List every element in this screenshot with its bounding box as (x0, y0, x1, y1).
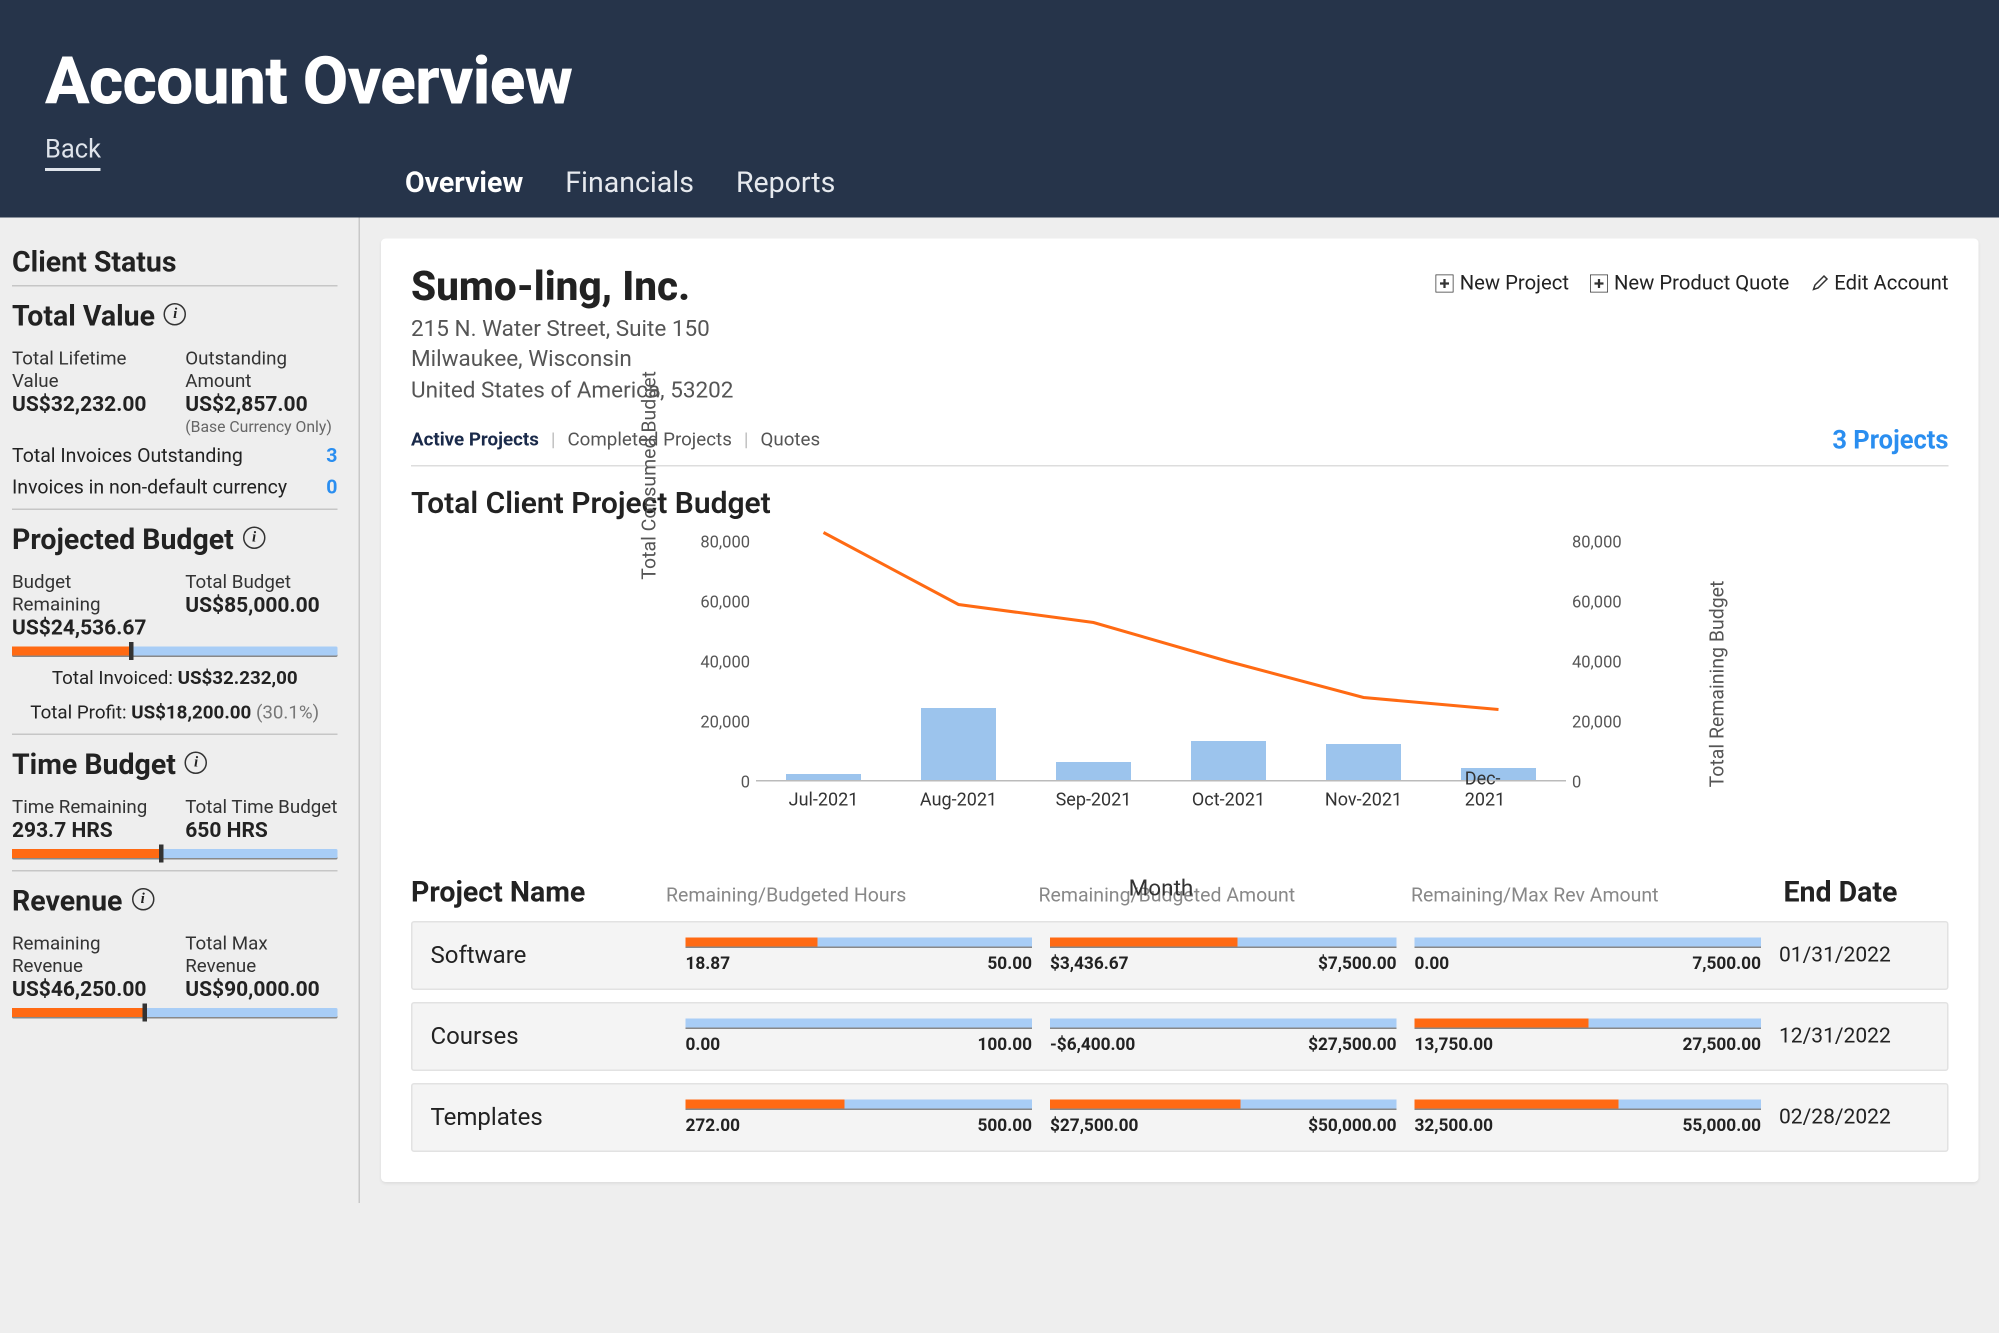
info-icon[interactable]: i (185, 752, 208, 775)
total-profit-value: US$18,200.00 (131, 702, 251, 725)
invoices-outstanding-count[interactable]: 3 (326, 446, 337, 469)
subtab-quotes[interactable]: Quotes (760, 429, 820, 452)
tab-overview[interactable]: Overview (405, 165, 523, 200)
projects-count-link[interactable]: 3 Projects (1832, 426, 1948, 456)
progress-bar (1050, 1099, 1397, 1108)
revenue-heading: Revenue i (12, 884, 338, 925)
total-max-revenue-label: Total Max Revenue (185, 933, 337, 978)
outstanding-note: (Base Currency Only) (185, 417, 337, 437)
total-max-revenue-value: US$90,000.00 (185, 978, 337, 1002)
time-remaining-value: 293.7 HRS (12, 819, 164, 843)
page-title: Account Overview (45, 42, 1955, 120)
remaining-revenue-value: US$46,250.00 (12, 978, 164, 1002)
total-budget-label: Total Budget (185, 572, 337, 595)
client-status-heading: Client Status (12, 245, 338, 287)
app-header: Account Overview Back Overview Financial… (0, 0, 1999, 218)
lifetime-value-label: Total Lifetime Value (12, 348, 164, 393)
project-row[interactable]: Courses0.00100.00-$6,400.00$27,500.0013,… (411, 1002, 1949, 1071)
total-budget-value: US$85,000.00 (185, 594, 337, 618)
progress-bar (1415, 1099, 1762, 1108)
budget-remaining-label: Budget Remaining (12, 572, 164, 617)
pencil-icon (1810, 275, 1828, 293)
progress-bar (1415, 937, 1762, 946)
tab-reports[interactable]: Reports (736, 165, 835, 200)
budget-chart: Total Consumed Budget Total Remaining Bu… (681, 526, 1641, 841)
progress-bar (686, 937, 1033, 946)
outstanding-amount: US$2,857.00 (185, 393, 337, 417)
project-end-date: 01/31/2022 (1779, 943, 1929, 967)
new-product-quote-button[interactable]: New Product Quote (1590, 272, 1789, 296)
time-remaining-label: Time Remaining (12, 797, 164, 820)
total-time-value: 650 HRS (185, 819, 337, 843)
new-project-button[interactable]: New Project (1436, 272, 1569, 296)
y-axis-left-label: Total Consumed Budget (639, 371, 662, 580)
total-value-heading: Total Value i (12, 299, 338, 340)
total-invoiced-value: US$32.232,00 (178, 668, 298, 691)
progress-bar (1415, 1018, 1762, 1027)
projected-budget-heading: Projected Budget i (12, 522, 338, 563)
total-time-label: Total Time Budget (185, 797, 337, 820)
lifetime-value: US$32,232.00 (12, 393, 164, 417)
info-icon[interactable]: i (164, 303, 187, 326)
remaining-revenue-label: Remaining Revenue (12, 933, 164, 978)
company-name: Sumo-ling, Inc. (411, 263, 733, 311)
top-tabs: Overview Financials Reports (405, 165, 1955, 218)
progress-bar (686, 1018, 1033, 1027)
budget-progress (12, 647, 338, 656)
plus-icon (1590, 275, 1608, 293)
time-budget-heading: Time Budget i (12, 747, 338, 788)
y-axis-right-label: Total Remaining Budget (1707, 580, 1730, 787)
invoices-nondefault-count[interactable]: 0 (326, 477, 337, 500)
tab-financials[interactable]: Financials (565, 165, 694, 200)
project-row[interactable]: Software18.8750.00$3,436.67$7,500.000.00… (411, 921, 1949, 990)
x-axis-label: Month (1129, 874, 1194, 901)
edit-account-button[interactable]: Edit Account (1810, 272, 1948, 296)
project-row[interactable]: Templates272.00500.00$27,500.00$50,000.0… (411, 1083, 1949, 1152)
total-profit-pct: (30.1%) (256, 702, 319, 725)
subtab-active-projects[interactable]: Active Projects (411, 429, 539, 452)
back-link[interactable]: Back (45, 135, 101, 171)
revenue-progress (12, 1008, 338, 1017)
progress-bar (686, 1099, 1033, 1108)
plus-icon (1436, 275, 1454, 293)
outstanding-amount-label: Outstanding Amount (185, 348, 337, 393)
project-name: Templates (431, 1103, 668, 1132)
time-progress (12, 849, 338, 858)
sidebar: Client Status Total Value i Total Lifeti… (0, 218, 360, 1203)
progress-bar (1050, 937, 1397, 946)
invoices-nondefault-label: Invoices in non-default currency (12, 477, 287, 500)
info-icon[interactable]: i (243, 527, 266, 550)
invoices-outstanding-label: Total Invoices Outstanding (12, 446, 243, 469)
main-content: Sumo-ling, Inc. 215 N. Water Street, Sui… (360, 218, 1999, 1203)
project-name: Software (431, 941, 668, 970)
info-icon[interactable]: i (131, 888, 154, 911)
budget-remaining-value: US$24,536.67 (12, 617, 164, 641)
project-end-date: 02/28/2022 (1779, 1105, 1929, 1129)
project-end-date: 12/31/2022 (1779, 1024, 1929, 1048)
company-address: 215 N. Water Street, Suite 150 Milwaukee… (411, 314, 733, 405)
progress-bar (1050, 1018, 1397, 1027)
project-name: Courses (431, 1022, 668, 1051)
